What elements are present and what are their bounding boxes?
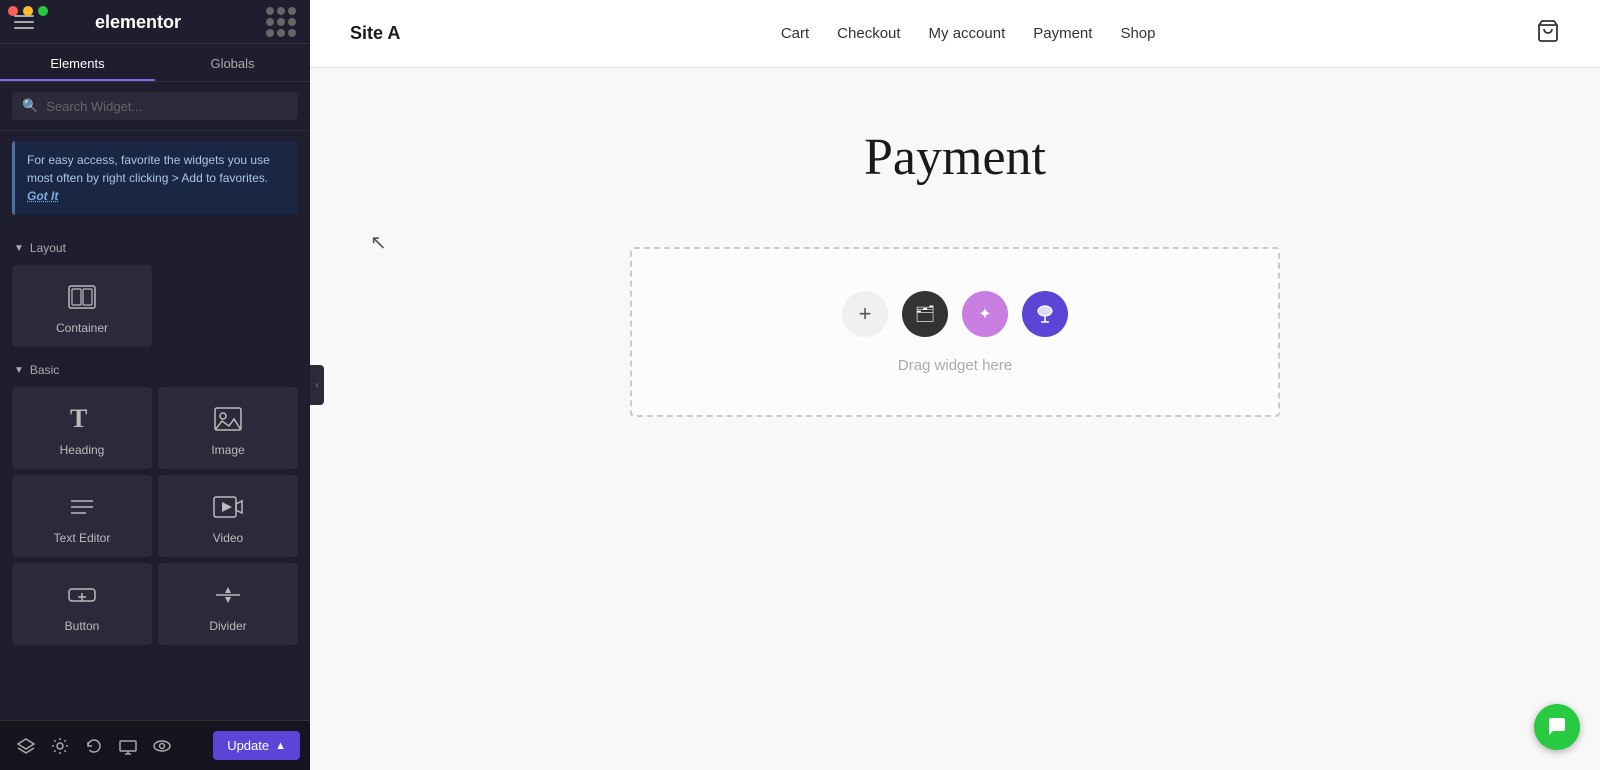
- svg-text:elementor: elementor: [95, 12, 181, 32]
- drop-zone[interactable]: + 🗂 ✦ Drag widget here: [630, 247, 1280, 417]
- widget-image-label: Image: [211, 443, 244, 457]
- history-icon[interactable]: [78, 730, 110, 762]
- widget-button-label: Button: [65, 619, 100, 633]
- nav-link-checkout[interactable]: Checkout: [837, 25, 900, 42]
- sparkle-icon[interactable]: ✦: [962, 291, 1008, 337]
- tab-elements[interactable]: Elements: [0, 44, 155, 81]
- section-basic-toggle[interactable]: ▼ Basic: [0, 355, 310, 383]
- chat-bubble-button[interactable]: [1534, 704, 1580, 750]
- got-it-button[interactable]: Got It: [27, 189, 58, 203]
- update-label: Update: [227, 738, 269, 753]
- sidebar-tabs: Elements Globals: [0, 44, 310, 82]
- apps-grid-icon[interactable]: [266, 7, 296, 37]
- text-editor-icon: [66, 491, 98, 523]
- traffic-light-yellow[interactable]: [23, 6, 33, 16]
- widget-divider-label: Divider: [209, 619, 246, 633]
- widget-heading-label: Heading: [60, 443, 105, 457]
- tip-banner: For easy access, favorite the widgets yo…: [12, 141, 298, 215]
- nav-link-shop[interactable]: Shop: [1120, 25, 1155, 42]
- collapse-sidebar-handle[interactable]: ‹: [310, 365, 324, 405]
- divider-icon: [212, 579, 244, 611]
- page-title: Payment: [864, 128, 1046, 187]
- hamburger-menu[interactable]: [14, 15, 34, 29]
- traffic-light-green[interactable]: [38, 6, 48, 16]
- ai-icon[interactable]: [1022, 291, 1068, 337]
- svg-text:T: T: [70, 404, 87, 433]
- container-icon: [66, 281, 98, 313]
- main-content: Site A Cart Checkout My account Payment …: [310, 0, 1600, 770]
- video-icon: [212, 491, 244, 523]
- widget-video-label: Video: [213, 531, 243, 545]
- button-icon: [66, 579, 98, 611]
- sidebar-footer: Update ▲: [0, 720, 310, 770]
- responsive-icon[interactable]: [112, 730, 144, 762]
- widget-container-label: Container: [56, 321, 108, 335]
- nav-brand: Site A: [350, 23, 400, 44]
- widget-sections: ▼ Layout Container ▼ Basic: [0, 225, 310, 720]
- sidebar: elementor Elements Globals 🔍 For easy ac…: [0, 0, 310, 770]
- nav-link-myaccount[interactable]: My account: [929, 25, 1006, 42]
- folder-icon[interactable]: 🗂: [902, 291, 948, 337]
- image-icon: [212, 403, 244, 435]
- widget-text-editor-label: Text Editor: [54, 531, 111, 545]
- search-box: 🔍: [12, 92, 298, 120]
- nav-links: Cart Checkout My account Payment Shop: [781, 25, 1156, 42]
- tab-globals[interactable]: Globals: [155, 44, 310, 81]
- update-button[interactable]: Update ▲: [213, 731, 300, 760]
- section-layout-toggle[interactable]: ▼ Layout: [0, 233, 310, 261]
- traffic-lights: [8, 6, 48, 16]
- footer-icons: [10, 730, 178, 762]
- visibility-icon[interactable]: [146, 730, 178, 762]
- section-basic-label: Basic: [30, 363, 59, 377]
- widget-video[interactable]: Video: [158, 475, 298, 557]
- update-chevron-icon: ▲: [275, 740, 286, 752]
- heading-icon: T: [66, 403, 98, 435]
- preview-body: ↖ Payment + 🗂 ✦ Drag widg: [310, 68, 1600, 770]
- settings-icon[interactable]: [44, 730, 76, 762]
- search-icon: 🔍: [22, 98, 38, 114]
- widget-text-editor[interactable]: Text Editor: [12, 475, 152, 557]
- traffic-light-red[interactable]: [8, 6, 18, 16]
- preview-nav: Site A Cart Checkout My account Payment …: [310, 0, 1600, 68]
- cursor-icon: ↖: [370, 230, 387, 255]
- arrow-icon: ▼: [14, 243, 24, 254]
- widget-search-container: 🔍: [0, 82, 310, 131]
- nav-link-payment[interactable]: Payment: [1033, 25, 1092, 42]
- section-layout-label: Layout: [30, 241, 66, 255]
- layers-icon[interactable]: [10, 730, 42, 762]
- layout-widget-grid: Container: [0, 261, 310, 355]
- widget-container[interactable]: Container: [12, 265, 152, 347]
- widget-heading[interactable]: T Heading: [12, 387, 152, 469]
- cart-icon[interactable]: [1536, 19, 1560, 49]
- nav-link-cart[interactable]: Cart: [781, 25, 809, 42]
- widget-button[interactable]: Button: [12, 563, 152, 645]
- drop-zone-icons: + 🗂 ✦: [842, 291, 1068, 337]
- widget-divider[interactable]: Divider: [158, 563, 298, 645]
- arrow-icon-basic: ▼: [14, 365, 24, 376]
- basic-widget-grid: T Heading Image: [0, 383, 310, 653]
- add-section-icon[interactable]: +: [842, 291, 888, 337]
- elementor-logo: elementor: [95, 10, 205, 34]
- drop-zone-label: Drag widget here: [898, 357, 1012, 374]
- tip-text: For easy access, favorite the widgets yo…: [27, 153, 270, 185]
- search-input[interactable]: [46, 99, 288, 114]
- widget-image[interactable]: Image: [158, 387, 298, 469]
